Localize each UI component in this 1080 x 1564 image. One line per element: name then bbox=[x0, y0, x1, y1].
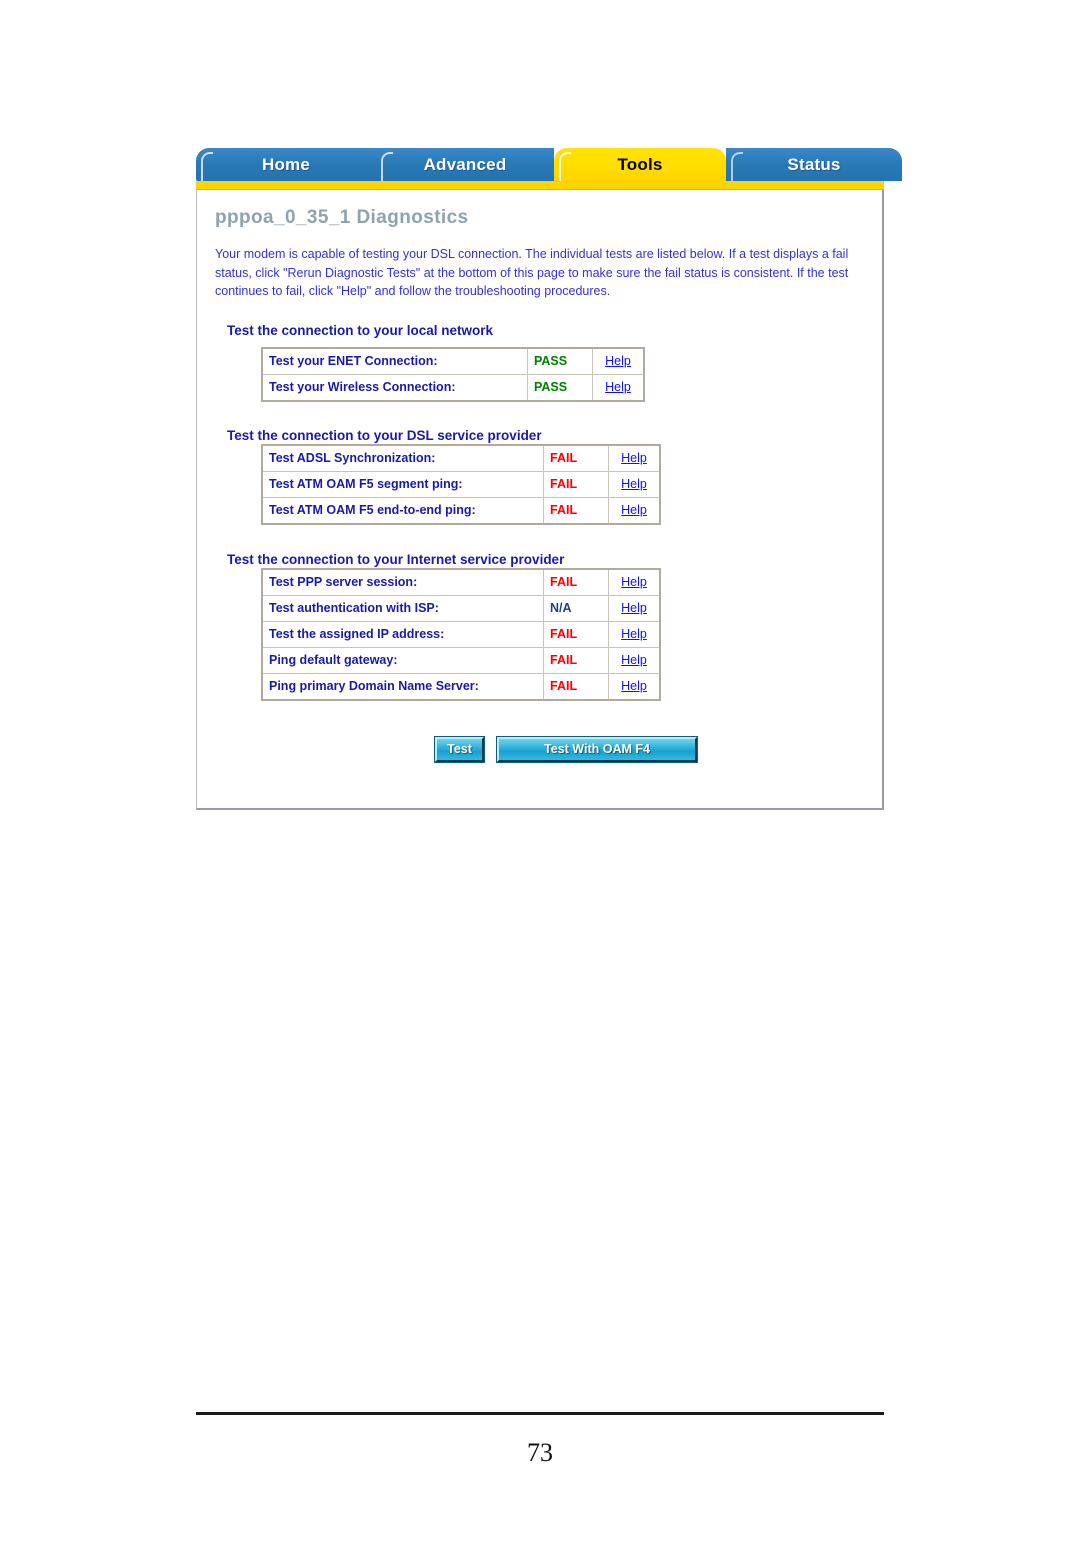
help-link[interactable]: Help bbox=[605, 354, 631, 368]
tab-corner-highlight bbox=[201, 152, 213, 181]
test-name: Test the assigned IP address: bbox=[261, 620, 544, 648]
status-badge: FAIL bbox=[543, 672, 609, 700]
test-name: Test your ENET Connection: bbox=[261, 347, 528, 375]
help-link[interactable]: Help bbox=[621, 477, 647, 491]
help-link[interactable]: Help bbox=[605, 380, 631, 394]
diagnostics-table-local-network: Test your ENET Connection: PASS Help Tes… bbox=[261, 346, 645, 402]
diagnostics-table-dsl-provider: Test ADSL Synchronization: FAIL Help Tes… bbox=[261, 443, 661, 525]
help-link[interactable]: Help bbox=[621, 601, 647, 615]
help-cell[interactable]: Help bbox=[592, 373, 645, 401]
test-name: Test ATM OAM F5 end-to-end ping: bbox=[261, 496, 544, 524]
help-cell[interactable]: Help bbox=[608, 594, 661, 622]
table-row: Ping default gateway: FAIL Help bbox=[261, 646, 661, 674]
diagnostics-table-internet-provider: Test PPP server session: FAIL Help Test … bbox=[261, 567, 661, 701]
table-row: Test ADSL Synchronization: FAIL Help bbox=[261, 444, 661, 472]
page-title: pppoa_0_35_1 Diagnostics bbox=[215, 207, 469, 228]
test-name: Test your Wireless Connection: bbox=[261, 373, 528, 401]
status-badge: FAIL bbox=[543, 496, 609, 524]
test-name: Test PPP server session: bbox=[261, 568, 544, 596]
test-name: Ping default gateway: bbox=[261, 646, 544, 674]
tab-corner-highlight bbox=[559, 152, 571, 181]
test-with-oam-f4-button[interactable]: Test With OAM F4 bbox=[496, 735, 698, 763]
tab-status[interactable]: Status bbox=[726, 148, 902, 181]
section-heading-local-network: Test the connection to your local networ… bbox=[227, 322, 494, 338]
help-cell[interactable]: Help bbox=[608, 568, 661, 596]
status-badge: FAIL bbox=[543, 620, 609, 648]
tab-corner-highlight bbox=[381, 152, 393, 181]
footer-divider bbox=[196, 1412, 884, 1415]
tab-advanced[interactable]: Advanced bbox=[376, 148, 554, 181]
status-badge: FAIL bbox=[543, 470, 609, 498]
help-link[interactable]: Help bbox=[621, 503, 647, 517]
test-name: Test ATM OAM F5 segment ping: bbox=[261, 470, 544, 498]
help-cell[interactable]: Help bbox=[608, 646, 661, 674]
table-row: Test your ENET Connection: PASS Help bbox=[261, 347, 645, 375]
test-name: Ping primary Domain Name Server: bbox=[261, 672, 544, 700]
table-row: Test ATM OAM F5 end-to-end ping: FAIL He… bbox=[261, 496, 661, 524]
status-badge: PASS bbox=[527, 347, 593, 375]
help-link[interactable]: Help bbox=[621, 451, 647, 465]
help-cell[interactable]: Help bbox=[608, 444, 661, 472]
help-link[interactable]: Help bbox=[621, 575, 647, 589]
test-button[interactable]: Test bbox=[434, 735, 485, 763]
test-name: Test ADSL Synchronization: bbox=[261, 444, 544, 472]
table-row: Test ATM OAM F5 segment ping: FAIL Help bbox=[261, 470, 661, 498]
help-link[interactable]: Help bbox=[621, 679, 647, 693]
help-cell[interactable]: Help bbox=[608, 620, 661, 648]
help-link[interactable]: Help bbox=[621, 627, 647, 641]
help-cell[interactable]: Help bbox=[608, 496, 661, 524]
status-badge: FAIL bbox=[543, 646, 609, 674]
action-button-row: Test Test With OAM F4 bbox=[434, 735, 866, 763]
intro-paragraph: Your modem is capable of testing your DS… bbox=[215, 247, 849, 298]
tab-corner-highlight bbox=[731, 152, 743, 181]
test-name: Test authentication with ISP: bbox=[261, 594, 544, 622]
tab-home-label: Home bbox=[261, 154, 311, 174]
table-row: Test PPP server session: FAIL Help bbox=[261, 568, 661, 596]
tab-underline-rule bbox=[196, 181, 884, 190]
status-badge: FAIL bbox=[543, 444, 609, 472]
tab-advanced-label: Advanced bbox=[423, 154, 507, 174]
status-badge: PASS bbox=[527, 373, 593, 401]
tab-home[interactable]: Home bbox=[196, 148, 376, 181]
tab-tools[interactable]: Tools bbox=[554, 148, 726, 181]
main-tab-bar: Home Advanced Tools Status bbox=[196, 148, 902, 181]
section-heading-dsl-provider: Test the connection to your DSL service … bbox=[227, 427, 542, 443]
status-badge: N/A bbox=[543, 594, 609, 622]
content-panel: pppoa_0_35_1 Diagnostics Your modem is c… bbox=[196, 190, 884, 810]
help-cell[interactable]: Help bbox=[592, 347, 645, 375]
section-heading-internet-provider: Test the connection to your Internet ser… bbox=[227, 551, 565, 567]
table-row: Test your Wireless Connection: PASS Help bbox=[261, 373, 645, 401]
status-badge: FAIL bbox=[543, 568, 609, 596]
tab-tools-label: Tools bbox=[617, 154, 663, 174]
tab-status-label: Status bbox=[787, 154, 841, 174]
help-link[interactable]: Help bbox=[621, 653, 647, 667]
table-row: Ping primary Domain Name Server: FAIL He… bbox=[261, 672, 661, 700]
table-row: Test authentication with ISP: N/A Help bbox=[261, 594, 661, 622]
help-cell[interactable]: Help bbox=[608, 672, 661, 700]
router-admin-panel: Home Advanced Tools Status pppoa_0_35_1 … bbox=[196, 148, 902, 810]
page-number: 73 bbox=[527, 1438, 553, 1467]
table-row: Test the assigned IP address: FAIL Help bbox=[261, 620, 661, 648]
help-cell[interactable]: Help bbox=[608, 470, 661, 498]
